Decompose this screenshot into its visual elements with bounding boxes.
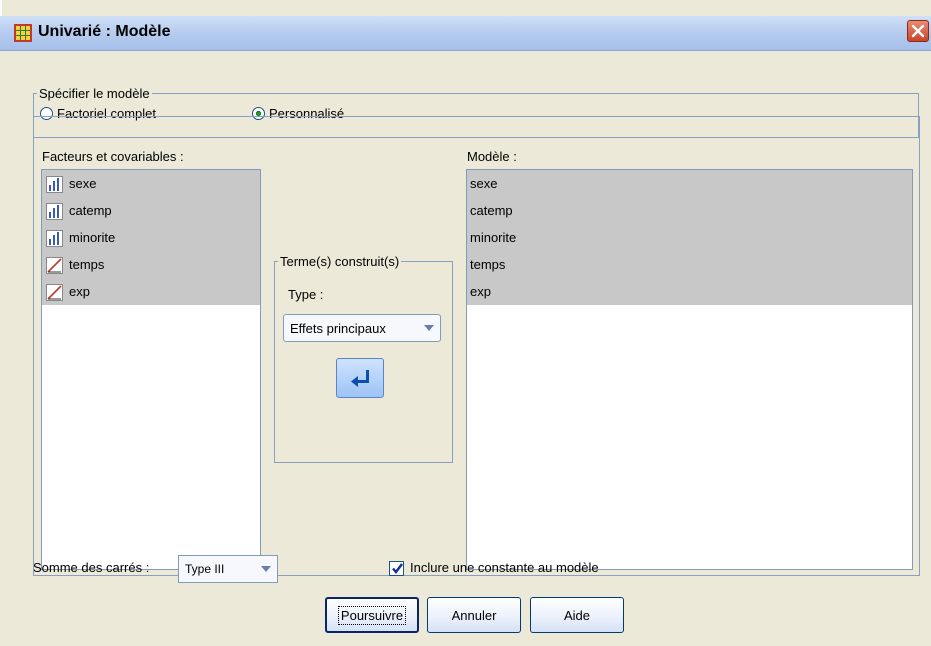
factor-item[interactable]: catemp — [42, 197, 260, 224]
factor-item-label: catemp — [69, 203, 112, 218]
model-term-item[interactable]: sexe — [467, 170, 912, 197]
sum-squares-dropdown[interactable]: Type III — [178, 555, 278, 583]
scale-variable-icon — [46, 283, 63, 301]
factor-item-label: minorite — [69, 230, 116, 245]
factors-label: Facteurs et covariables : — [42, 149, 184, 164]
model-label: Modèle : — [467, 149, 517, 164]
type-dropdown[interactable]: Effets principaux — [283, 314, 441, 342]
chevron-down-icon — [424, 325, 434, 331]
help-button-label: Aide — [563, 607, 591, 623]
nominal-variable-icon — [46, 175, 63, 193]
spss-app-icon — [14, 24, 32, 42]
factor-item-label: temps — [69, 257, 105, 272]
nominal-variable-icon — [46, 202, 63, 220]
type-label: Type : — [288, 287, 324, 302]
model-listbox[interactable]: sexe catemp minorite temps exp — [466, 169, 913, 570]
factor-item[interactable]: sexe — [42, 170, 260, 197]
title-bar[interactable]: Univarié : Modèle — [0, 16, 931, 51]
move-term-button[interactable] — [336, 358, 384, 398]
sum-squares-value: Type III — [185, 562, 225, 576]
help-button[interactable]: Aide — [530, 597, 624, 633]
factor-item-label: sexe — [69, 176, 97, 191]
type-dropdown-value: Effets principaux — [290, 320, 386, 336]
model-term-item[interactable]: temps — [467, 251, 912, 278]
factor-item[interactable]: exp — [42, 278, 260, 305]
factor-item[interactable]: minorite — [42, 224, 260, 251]
scale-variable-icon — [46, 256, 63, 274]
chevron-down-icon — [261, 566, 271, 572]
specify-model-legend: Spécifier le modèle — [39, 86, 150, 101]
dialog-body: Spécifier le modèle Factoriel complet Pe… — [0, 51, 931, 646]
include-constant-label: Inclure une constante au modèle — [410, 560, 599, 575]
factor-item-label: exp — [69, 284, 90, 299]
model-term-item[interactable]: exp — [467, 278, 912, 305]
arrow-move-icon — [351, 370, 369, 387]
continue-button[interactable]: Poursuivre — [325, 597, 419, 633]
continue-button-label: Poursuivre — [337, 605, 407, 625]
close-button[interactable] — [907, 20, 929, 42]
factor-item[interactable]: temps — [42, 251, 260, 278]
window-title: Univarié : Modèle — [38, 23, 171, 40]
cancel-button[interactable]: Annuler — [427, 597, 521, 633]
check-icon — [392, 563, 403, 574]
sum-squares-label: Somme des carrés : — [33, 560, 150, 575]
include-constant-checkbox[interactable] — [389, 561, 404, 576]
build-terms-legend: Terme(s) construit(s) — [280, 254, 400, 269]
model-term-item[interactable]: catemp — [467, 197, 912, 224]
dialog-window: Univarié : Modèle Spécifier le modèle Fa… — [0, 0, 931, 646]
cancel-button-label: Annuler — [451, 607, 497, 623]
nominal-variable-icon — [46, 229, 63, 247]
model-term-item[interactable]: minorite — [467, 224, 912, 251]
factors-listbox[interactable]: sexe catemp minorite temps exp — [41, 169, 261, 570]
close-icon — [911, 24, 925, 38]
